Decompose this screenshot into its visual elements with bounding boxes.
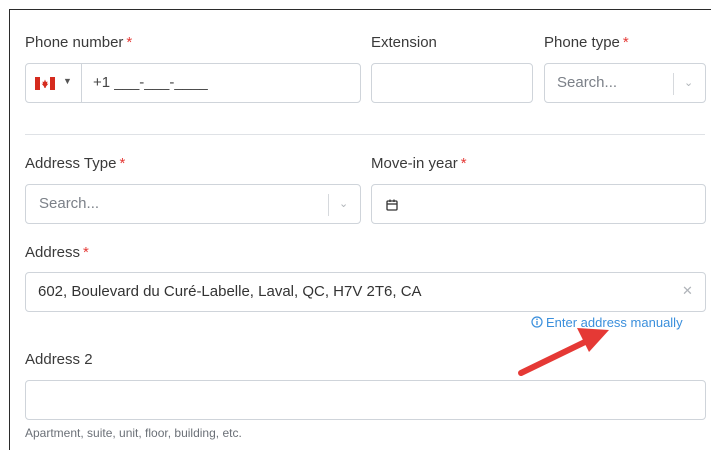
section-divider bbox=[25, 134, 705, 135]
address-label: Address * bbox=[25, 244, 89, 261]
address-value: 602, Boulevard du Curé-Labelle, Laval, Q… bbox=[38, 283, 422, 300]
phone-number-field[interactable]: ▼ +1 ___-___-____ bbox=[25, 63, 361, 103]
move-in-year-label: Move-in year * bbox=[371, 155, 467, 172]
address2-input[interactable] bbox=[25, 380, 706, 420]
phone-type-label: Phone type * bbox=[544, 34, 629, 51]
phone-number-label: Phone number * bbox=[25, 34, 133, 51]
clear-icon[interactable]: ✕ bbox=[682, 283, 693, 299]
caret-down-icon: ▼ bbox=[63, 76, 72, 86]
annotation-arrow bbox=[518, 328, 609, 376]
address-type-placeholder: Search... bbox=[39, 195, 100, 212]
country-selector[interactable]: ▼ bbox=[26, 64, 82, 102]
move-in-year-input[interactable] bbox=[371, 184, 706, 224]
calendar-icon[interactable] bbox=[386, 199, 398, 211]
address2-label: Address 2 bbox=[25, 351, 93, 368]
address2-helper-text: Apartment, suite, unit, floor, building,… bbox=[25, 426, 242, 440]
phone-type-placeholder: Search... bbox=[557, 74, 618, 91]
select-separator bbox=[673, 73, 674, 95]
select-separator bbox=[328, 194, 329, 216]
address-type-select[interactable]: Search... ⌄ bbox=[25, 184, 361, 224]
extension-label: Extension bbox=[371, 34, 437, 51]
address-input[interactable]: 602, Boulevard du Curé-Labelle, Laval, Q… bbox=[25, 272, 706, 312]
phone-type-select[interactable]: Search... ⌄ bbox=[544, 63, 706, 103]
extension-input[interactable] bbox=[371, 63, 533, 103]
chevron-down-icon[interactable]: ⌄ bbox=[339, 197, 348, 210]
phone-number-input[interactable]: +1 ___-___-____ bbox=[93, 74, 208, 91]
address-type-label: Address Type * bbox=[25, 155, 126, 172]
canada-flag-icon bbox=[35, 77, 55, 90]
chevron-down-icon[interactable]: ⌄ bbox=[684, 76, 693, 89]
